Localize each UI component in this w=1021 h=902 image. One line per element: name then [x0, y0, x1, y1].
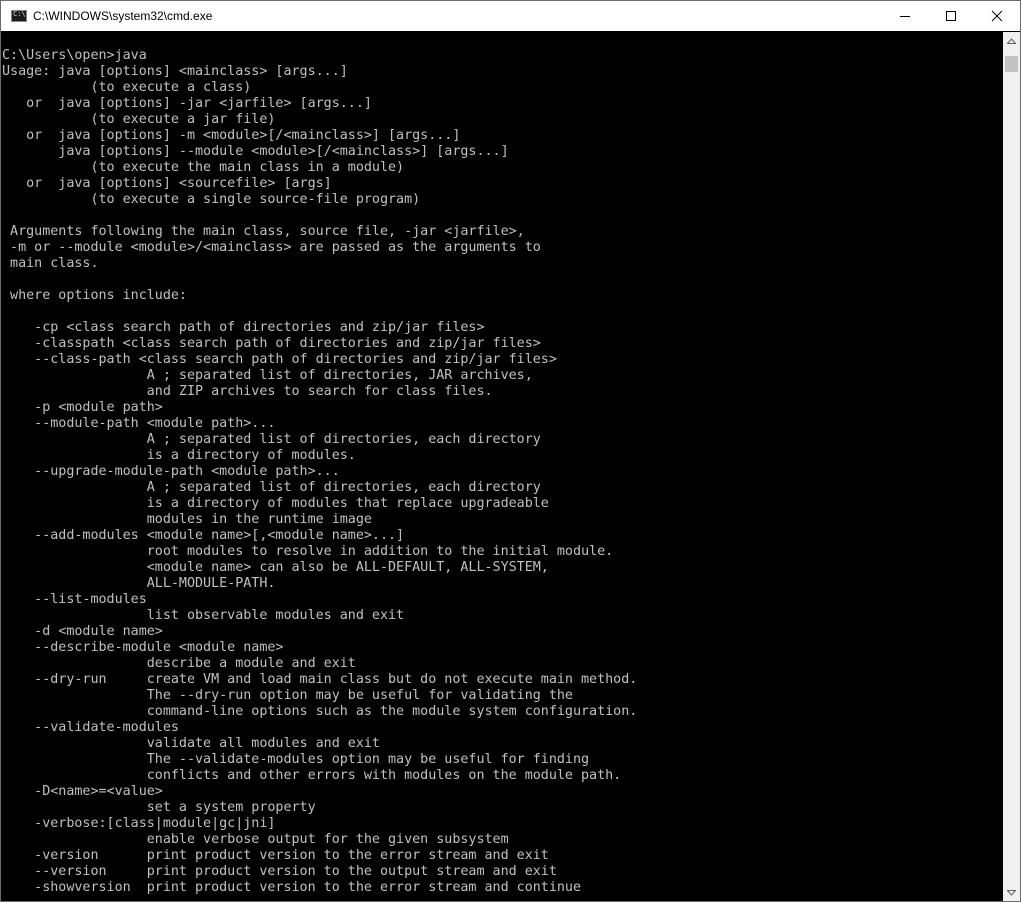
- scroll-down-button[interactable]: [1003, 884, 1020, 901]
- minimize-button[interactable]: [882, 1, 928, 31]
- title-bar[interactable]: C:\WINDOWS\system32\cmd.exe: [1, 1, 1020, 31]
- cmd-app-icon[interactable]: [11, 10, 27, 22]
- scroll-up-button[interactable]: [1003, 32, 1020, 49]
- cmd-window: C:\WINDOWS\system32\cmd.exe C:\Users\ope…: [0, 0, 1021, 902]
- window-title: C:\WINDOWS\system32\cmd.exe: [33, 9, 213, 23]
- maximize-button[interactable]: [928, 1, 974, 31]
- maximize-icon: [946, 11, 956, 21]
- console-output-area[interactable]: C:\Users\open>java Usage: java [options]…: [1, 32, 1004, 901]
- vertical-scrollbar[interactable]: [1003, 32, 1020, 901]
- scrollbar-thumb[interactable]: [1005, 56, 1018, 72]
- close-icon: [991, 10, 1003, 22]
- scroll-down-arrow-icon: [1007, 889, 1016, 896]
- console-text: C:\Users\open>java Usage: java [options]…: [2, 48, 638, 895]
- close-button[interactable]: [974, 1, 1020, 31]
- minimize-icon: [900, 16, 910, 17]
- scroll-up-arrow-icon: [1007, 37, 1016, 44]
- caption-buttons: [882, 1, 1020, 31]
